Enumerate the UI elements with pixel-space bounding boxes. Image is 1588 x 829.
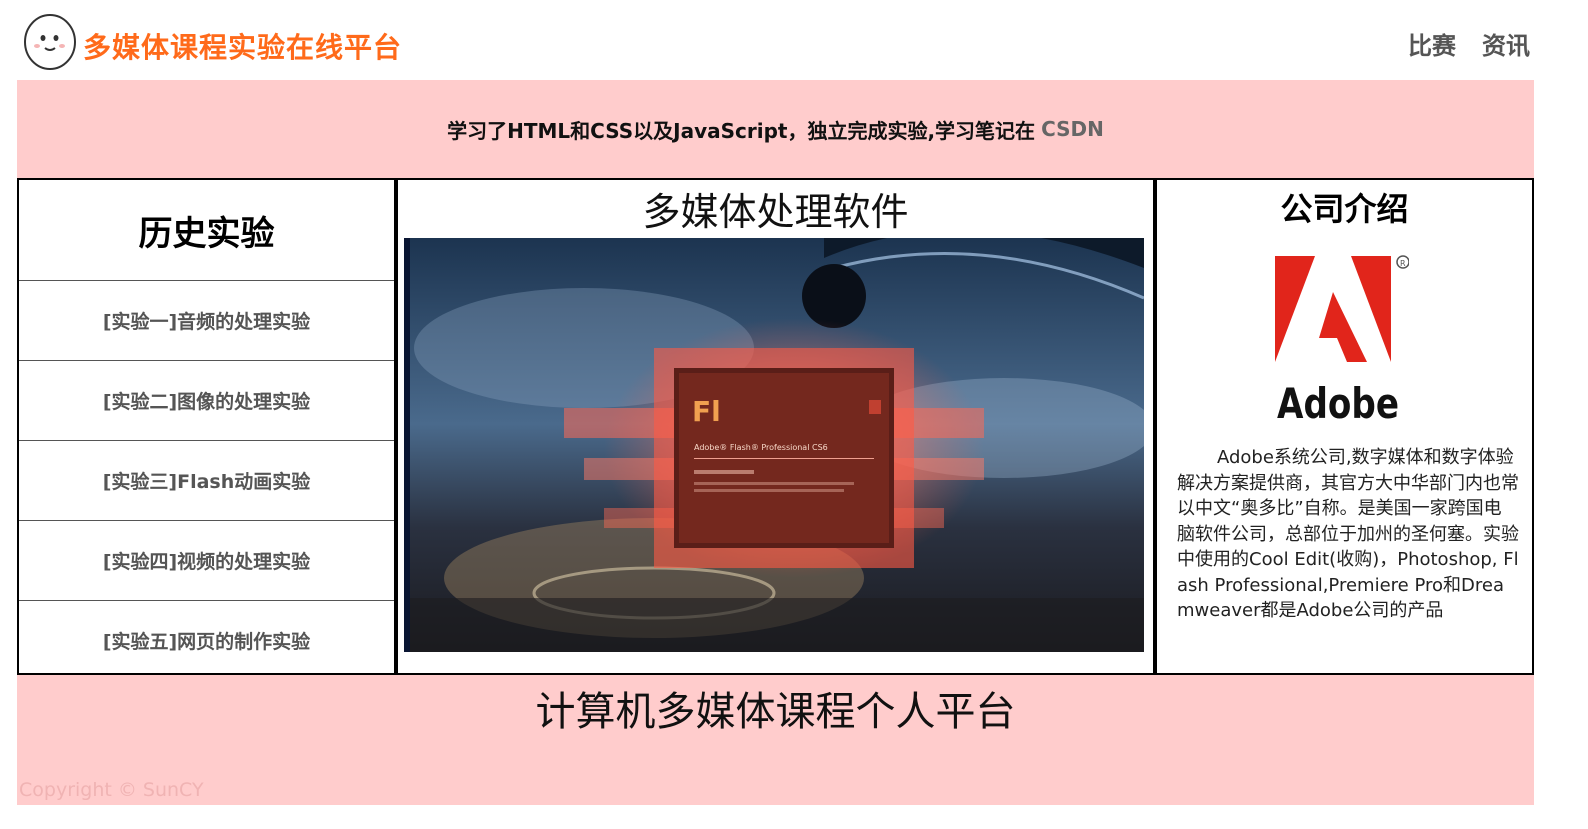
copyright-text: Copyright © SunCY <box>19 779 204 801</box>
experiment-link-2[interactable]: [实验二]图像的处理实验 <box>19 361 394 441</box>
mascot-logo-icon[interactable] <box>23 12 79 72</box>
site-header: 多媒体课程实验在线平台 比赛 资讯 <box>17 0 1534 80</box>
svg-text:R: R <box>1400 259 1406 268</box>
software-panel: 多媒体处理软件 Fl Adobe® Flash® Professional CS… <box>396 178 1155 675</box>
page-footer: 计算机多媒体课程个人平台 Copyright © SunCY <box>17 675 1534 805</box>
banner-text: 学习了HTML和CSS以及JavaScript，独立完成实验,学习笔记在 <box>447 118 1036 143</box>
company-heading: 公司介绍 <box>1280 190 1409 228</box>
footer-title: 计算机多媒体课程个人平台 <box>535 689 1016 735</box>
experiment-link-1[interactable]: [实验一]音频的处理实验 <box>19 281 394 361</box>
experiment-link-5[interactable]: [实验五]网页的制作实验 <box>19 601 394 680</box>
site-title[interactable]: 多媒体课程实验在线平台 <box>83 26 402 66</box>
flash-splash-photo: Fl Adobe® Flash® Professional CS6 <box>404 238 1144 652</box>
adobe-logo-wordmark: Adobe <box>1277 379 1399 428</box>
adobe-logo-icon: R Adobe <box>1269 250 1410 430</box>
history-panel: 历史实验 [实验一]音频的处理实验 [实验二]图像的处理实验 [实验三]Flas… <box>17 178 396 675</box>
splash-logo-text: Fl <box>692 395 721 428</box>
company-description: Adobe系统公司,数字媒体和数字体验解决方案提供商，其官方大中华部门内也常以中… <box>1177 447 1519 621</box>
splash-product-text: Adobe® Flash® Professional CS6 <box>694 443 828 452</box>
top-nav: 比赛 资讯 <box>1408 26 1530 61</box>
company-panel: 公司介绍 R Adobe Adobe系统公司,数字媒体和数字体验解决方案提供商，… <box>1155 178 1534 675</box>
csdn-link[interactable]: CSDN <box>1041 117 1104 141</box>
software-heading: 多媒体处理软件 <box>642 189 909 234</box>
history-heading: 历史实验 <box>19 180 394 281</box>
nav-news-link[interactable]: 资讯 <box>1482 26 1530 61</box>
experiment-link-4[interactable]: [实验四]视频的处理实验 <box>19 521 394 601</box>
intro-banner: 学习了HTML和CSS以及JavaScript，独立完成实验,学习笔记在 CSD… <box>17 80 1534 178</box>
experiment-link-3[interactable]: [实验三]Flash动画实验 <box>19 441 394 521</box>
nav-competition-link[interactable]: 比赛 <box>1408 26 1456 61</box>
